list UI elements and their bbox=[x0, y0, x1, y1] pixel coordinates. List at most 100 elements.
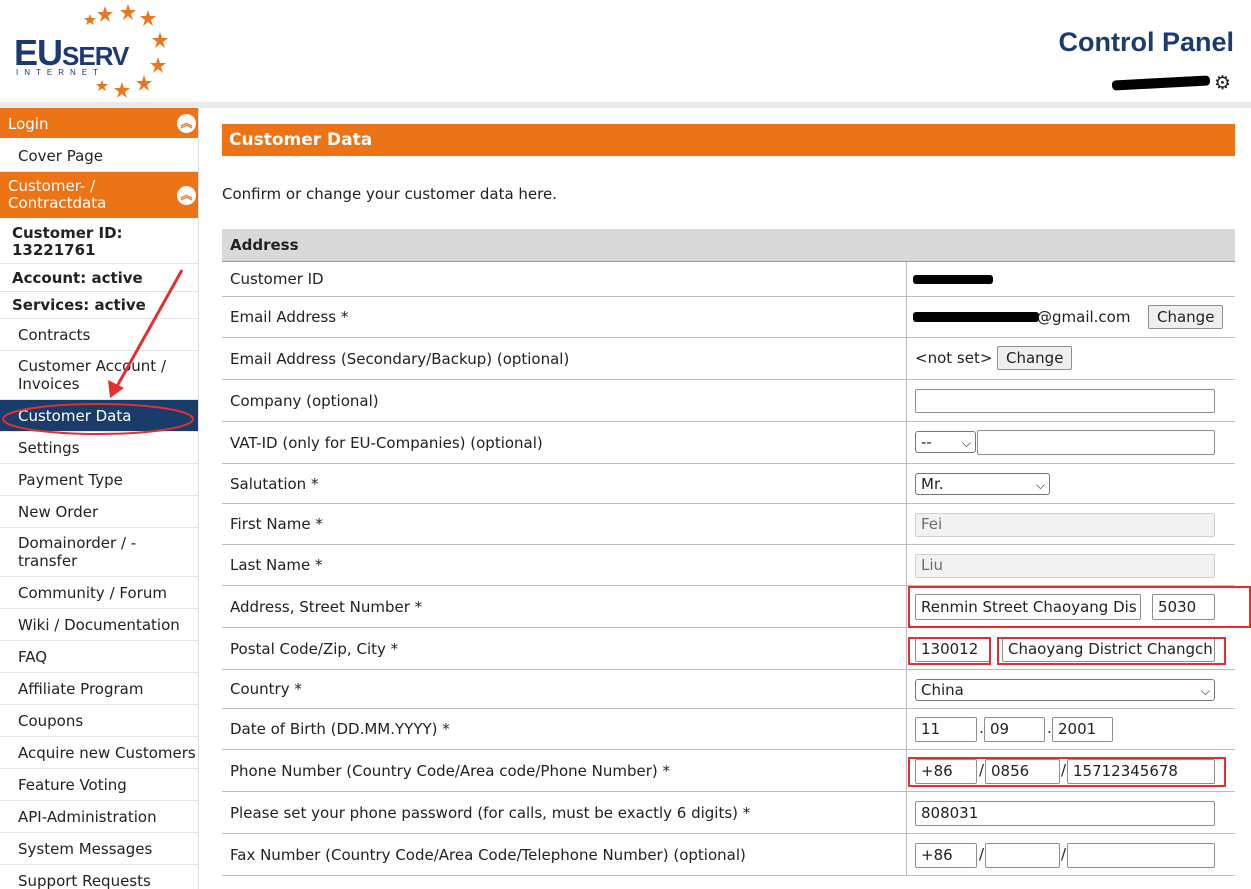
sidebar-item-settings[interactable]: Settings bbox=[0, 432, 198, 464]
field-label: Salutation * bbox=[222, 464, 907, 503]
gear-icon[interactable]: ⚙ bbox=[1214, 72, 1231, 94]
field-value: +86 / / bbox=[907, 834, 1235, 875]
chevron-up-icon[interactable]: ︽ bbox=[177, 186, 196, 205]
sidebar-item-cover-page[interactable]: Cover Page bbox=[0, 140, 198, 172]
field-value bbox=[907, 262, 1235, 296]
sidebar-item-customer-data[interactable]: Customer Data bbox=[0, 400, 198, 432]
row-salutation: Salutation * Mr. ⌵ bbox=[222, 464, 1235, 504]
chevron-up-icon[interactable]: ︽ bbox=[177, 114, 196, 133]
field-value: @gmail.com Change bbox=[907, 297, 1235, 337]
redacted-email-user bbox=[913, 312, 1039, 322]
dob-month-input[interactable]: 09 bbox=[984, 717, 1045, 742]
vat-country-select[interactable]: -- ⌵ bbox=[915, 431, 976, 453]
sidebar-item-api-administration[interactable]: API-Administration bbox=[0, 801, 198, 833]
sidebar-item-wiki[interactable]: Wiki / Documentation bbox=[0, 609, 198, 641]
change-email-button[interactable]: Change bbox=[1148, 305, 1224, 329]
header: EUSERV INTERNET Control Panel ⚙ bbox=[0, 0, 1251, 103]
logo-subtitle: INTERNET bbox=[16, 68, 104, 77]
row-first-name: First Name * Fei bbox=[222, 504, 1235, 545]
row-country: Country * China ⌵ bbox=[222, 670, 1235, 709]
sidebar-item-coupons[interactable]: Coupons bbox=[0, 705, 198, 737]
field-value: Fei bbox=[907, 504, 1235, 544]
sidebar-item-support-requests[interactable]: Support Requests bbox=[0, 865, 198, 889]
page-title: Customer Data bbox=[229, 130, 373, 150]
sidebar-item-payment-type[interactable]: Payment Type bbox=[0, 464, 198, 496]
sidebar-item-affiliate[interactable]: Affiliate Program bbox=[0, 673, 198, 705]
field-label: Date of Birth (DD.MM.YYYY) * bbox=[222, 709, 907, 749]
vat-id-input[interactable] bbox=[977, 430, 1215, 455]
field-label: Postal Code/Zip, City * bbox=[222, 628, 907, 669]
annotation-highlight-box bbox=[908, 637, 991, 665]
sidebar-item-feature-voting[interactable]: Feature Voting bbox=[0, 769, 198, 801]
sidebar-section-login[interactable]: Login ︽ bbox=[0, 108, 198, 140]
sidebar-item-customer-account[interactable]: Customer Account / Invoices bbox=[0, 351, 198, 400]
field-label: First Name * bbox=[222, 504, 907, 544]
dob-day-input[interactable]: 11 bbox=[915, 717, 977, 742]
salutation-select[interactable]: Mr. ⌵ bbox=[915, 473, 1050, 495]
select-value: -- bbox=[921, 433, 932, 451]
row-vat: VAT-ID (only for EU-Companies) (optional… bbox=[222, 422, 1235, 464]
field-value bbox=[907, 380, 1235, 421]
phone-password-input[interactable]: 808031 bbox=[915, 801, 1215, 826]
sidebar-section-customer[interactable]: Customer- / Contractdata ︽ bbox=[0, 172, 198, 220]
row-customer-id: Customer ID bbox=[222, 262, 1235, 297]
sidebar-services-status: Services: active bbox=[0, 292, 198, 319]
chevron-down-icon: ⌵ bbox=[961, 436, 971, 450]
page-header-title: Control Panel bbox=[1058, 27, 1234, 57]
field-value: 130012 Chaoyang District Changch bbox=[907, 628, 1235, 669]
row-street: Address, Street Number * Renmin Street C… bbox=[222, 586, 1251, 628]
annotation-highlight-box bbox=[997, 637, 1226, 665]
intro-text: Confirm or change your customer data her… bbox=[222, 185, 557, 203]
page-title-bar: Customer Data bbox=[222, 124, 1235, 156]
customer-data-table: Address Customer ID Email Address * @gma… bbox=[222, 229, 1251, 876]
redacted-customer-id bbox=[913, 275, 993, 284]
row-last-name: Last Name * Liu bbox=[222, 545, 1235, 586]
sidebar-item-faq[interactable]: FAQ bbox=[0, 641, 198, 673]
sidebar-item-system-messages[interactable]: System Messages bbox=[0, 833, 198, 865]
redacted-username bbox=[1111, 75, 1211, 91]
row-email-secondary: Email Address (Secondary/Backup) (option… bbox=[222, 338, 1235, 380]
annotation-highlight-box bbox=[908, 757, 1226, 787]
field-value: China ⌵ bbox=[907, 670, 1235, 708]
sidebar-item-community[interactable]: Community / Forum bbox=[0, 577, 198, 609]
field-value: <not set> Change bbox=[907, 338, 1235, 379]
email-domain-text: @gmail.com bbox=[1037, 308, 1131, 326]
sidebar-item-contracts[interactable]: Contracts bbox=[0, 319, 198, 351]
sidebar-section-label: Customer- / Contractdata bbox=[8, 177, 107, 212]
row-email: Email Address * @gmail.com Change bbox=[222, 297, 1235, 338]
fax-separator: / bbox=[1061, 845, 1067, 863]
row-fax: Fax Number (Country Code/Area Code/Telep… bbox=[222, 834, 1235, 876]
select-value: China bbox=[921, 681, 964, 699]
field-value: 808031 bbox=[907, 792, 1235, 833]
field-value: Mr. ⌵ bbox=[907, 464, 1235, 503]
fax-number-input[interactable] bbox=[1067, 843, 1215, 868]
row-phone-password: Please set your phone password (for call… bbox=[222, 792, 1235, 834]
fax-separator: / bbox=[979, 845, 985, 863]
field-label: Last Name * bbox=[222, 545, 907, 585]
row-company: Company (optional) bbox=[222, 380, 1235, 422]
sidebar-account-status: Account: active bbox=[0, 264, 198, 292]
field-label: Fax Number (Country Code/Area Code/Telep… bbox=[222, 834, 907, 875]
sidebar-item-domainorder[interactable]: Domainorder / - transfer bbox=[0, 528, 198, 577]
field-label: VAT-ID (only for EU-Companies) (optional… bbox=[222, 422, 907, 463]
field-label: Company (optional) bbox=[222, 380, 907, 421]
euserv-logo[interactable]: EUSERV INTERNET bbox=[10, 2, 170, 98]
chevron-down-icon: ⌵ bbox=[1035, 478, 1045, 492]
field-label: Customer ID bbox=[222, 262, 907, 296]
dob-year-input[interactable]: 2001 bbox=[1052, 717, 1113, 742]
change-secondary-email-button[interactable]: Change bbox=[997, 346, 1073, 370]
select-value: Mr. bbox=[921, 475, 944, 493]
fax-area-code-input[interactable] bbox=[985, 843, 1060, 868]
chevron-down-icon: ⌵ bbox=[1200, 684, 1210, 698]
annotation-highlight-box bbox=[908, 586, 1251, 628]
sidebar-section-label: Login bbox=[8, 115, 49, 133]
sidebar-item-new-order[interactable]: New Order bbox=[0, 496, 198, 528]
field-value: -- ⌵ bbox=[907, 422, 1235, 463]
company-input[interactable] bbox=[915, 389, 1215, 413]
country-select[interactable]: China ⌵ bbox=[915, 679, 1215, 701]
sidebar: Login ︽ Cover Page Customer- / Contractd… bbox=[0, 108, 199, 889]
last-name-input: Liu bbox=[915, 554, 1215, 578]
field-value: 11 . 09 . 2001 bbox=[907, 709, 1235, 749]
fax-country-code-input[interactable]: +86 bbox=[915, 843, 977, 868]
sidebar-item-acquire-customers[interactable]: Acquire new Customers bbox=[0, 737, 198, 769]
